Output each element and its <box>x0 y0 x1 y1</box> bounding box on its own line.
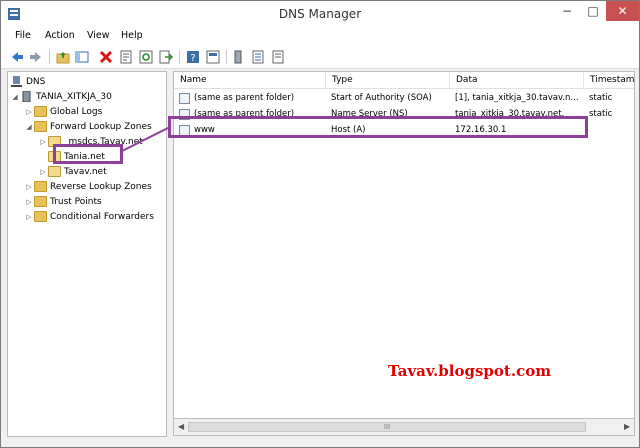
title-bar[interactable]: DNS Manager − □ ✕ <box>1 1 639 27</box>
scroll-left-icon[interactable]: ◀ <box>178 422 184 431</box>
expand-arrow-icon[interactable]: ▷ <box>38 168 48 176</box>
minimize-button[interactable]: − <box>554 1 580 21</box>
menu-action[interactable]: Action <box>45 30 75 41</box>
column-header-timestamp[interactable]: Timestamp <box>584 72 634 89</box>
folder-icon <box>34 106 47 117</box>
highlight-box-tania-net <box>53 144 123 164</box>
collapse-arrow-icon[interactable]: ◢ <box>10 93 20 101</box>
toolbar: ? <box>1 45 639 69</box>
dns-icon <box>11 76 22 87</box>
window-title: DNS Manager <box>278 7 362 21</box>
watermark-text: Tavav.blogspot.com <box>388 362 552 380</box>
tree-node-global-logs[interactable]: ▷ Global Logs <box>24 104 102 119</box>
horizontal-scrollbar[interactable]: ◀ III ▶ <box>173 419 635 436</box>
forward-icon[interactable] <box>29 50 43 64</box>
folder-icon <box>34 181 47 192</box>
show-hide-tree-icon[interactable] <box>75 50 89 64</box>
server-icon <box>22 91 31 102</box>
toolbar-separator <box>226 50 227 64</box>
help-icon[interactable]: ? <box>186 50 200 64</box>
column-header-data[interactable]: Data <box>450 72 584 89</box>
properties-sheet-icon[interactable] <box>206 50 220 64</box>
zone-icon[interactable] <box>271 50 285 64</box>
maximize-button[interactable]: □ <box>580 1 606 21</box>
expand-arrow-icon[interactable]: ▷ <box>24 198 34 206</box>
list-icon[interactable] <box>251 50 265 64</box>
back-icon[interactable] <box>10 50 24 64</box>
folder-open-icon <box>34 121 47 132</box>
folder-up-icon[interactable] <box>56 50 70 64</box>
expand-arrow-icon[interactable]: ▷ <box>24 213 34 221</box>
svg-text:?: ? <box>190 53 195 64</box>
toolbar-separator <box>49 50 50 64</box>
toolbar-separator <box>179 50 180 64</box>
tree-node-reverse-lookup-zones[interactable]: ▷ Reverse Lookup Zones <box>24 179 152 194</box>
table-row[interactable]: (same as parent folder) Start of Authori… <box>174 90 634 106</box>
tree-node-server[interactable]: ◢ TANIA_XITKJA_30 <box>10 89 112 104</box>
folder-icon <box>34 211 47 222</box>
zone-icon <box>48 166 61 177</box>
expand-arrow-icon[interactable]: ▷ <box>24 183 34 191</box>
delete-icon[interactable] <box>99 50 113 64</box>
refresh-icon[interactable] <box>139 50 153 64</box>
column-header-row: Name Type Data Timestamp <box>174 72 634 89</box>
menu-view[interactable]: View <box>87 30 110 41</box>
highlight-box-www-record <box>168 116 588 138</box>
expand-arrow-icon[interactable]: ▷ <box>38 138 48 146</box>
tree-node-dns[interactable]: DNS <box>10 74 45 89</box>
folder-icon <box>34 196 47 207</box>
properties-icon[interactable] <box>119 50 133 64</box>
menu-file[interactable]: File <box>15 30 31 41</box>
close-button[interactable]: ✕ <box>606 1 639 21</box>
record-icon <box>179 93 190 104</box>
connector-line <box>119 126 171 153</box>
status-bar <box>1 438 639 447</box>
expand-arrow-icon[interactable]: ▷ <box>24 108 34 116</box>
column-header-type[interactable]: Type <box>326 72 450 89</box>
tree-node-conditional-forwarders[interactable]: ▷ Conditional Forwarders <box>24 209 154 224</box>
menu-help[interactable]: Help <box>121 30 143 41</box>
dns-manager-window: DNS Manager − □ ✕ File Action View Help <box>0 0 640 448</box>
tree-node-tavav-net[interactable]: ▷ Tavav.net <box>38 164 107 179</box>
menu-bar: File Action View Help <box>1 27 639 45</box>
column-header-name[interactable]: Name <box>174 72 326 89</box>
export-icon[interactable] <box>159 50 173 64</box>
collapse-arrow-icon[interactable]: ◢ <box>24 123 34 131</box>
scrollbar-thumb[interactable]: III <box>188 422 586 432</box>
tree-node-trust-points[interactable]: ▷ Trust Points <box>24 194 102 209</box>
scroll-right-icon[interactable]: ▶ <box>624 422 630 431</box>
server-icon[interactable] <box>231 50 245 64</box>
